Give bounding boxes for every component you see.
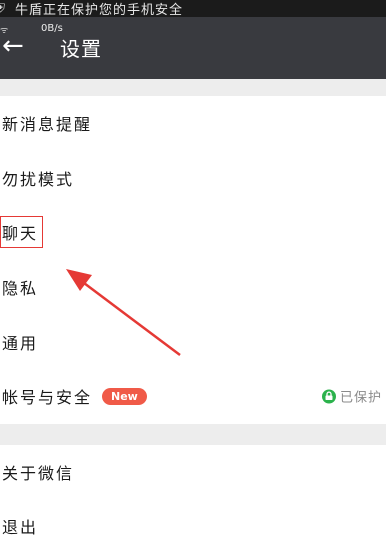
- new-badge: New: [102, 387, 147, 405]
- menu-item-account-security[interactable]: 帐号与安全 New 已保护: [0, 369, 386, 424]
- shield-icon: ⛨: [0, 1, 6, 15]
- protected-status: 已保护: [321, 387, 382, 406]
- settings-group-primary: 新消息提醒 勿扰模式 聊天 隐私 通用 帐号与安全 New 已保护: [0, 96, 386, 424]
- menu-item-label: 帐号与安全: [2, 388, 93, 408]
- title-bar: ᯤ 0B/s ← 设置: [0, 17, 386, 79]
- back-arrow-icon[interactable]: ←: [2, 31, 24, 61]
- menu-item-label: 隐私: [2, 279, 39, 299]
- protected-status-label: 已保护: [339, 390, 382, 406]
- menu-item-label-highlighted: 聊天: [0, 216, 44, 249]
- menu-item-privacy[interactable]: 隐私: [0, 260, 386, 315]
- menu-item-about-wechat[interactable]: 关于微信: [0, 445, 386, 499]
- menu-item-label: 关于微信: [2, 464, 75, 483]
- menu-item-label: 通用: [2, 333, 39, 353]
- menu-item-exit[interactable]: 退出: [0, 499, 386, 553]
- lock-icon: [321, 389, 336, 404]
- menu-item-general[interactable]: 通用: [0, 314, 386, 369]
- page-title: 设置: [60, 37, 102, 61]
- menu-item-new-message-alert[interactable]: 新消息提醒: [0, 96, 386, 151]
- menu-item-label: 新消息提醒: [2, 115, 93, 135]
- settings-group-secondary: 关于微信 退出: [0, 445, 386, 553]
- menu-item-label: 勿扰模式: [2, 169, 75, 189]
- menu-item-label: 退出: [2, 518, 39, 537]
- status-bar: ⛨ 牛盾正在保护您的手机安全: [0, 0, 386, 17]
- menu-item-do-not-disturb[interactable]: 勿扰模式: [0, 151, 386, 206]
- menu-item-chat[interactable]: 聊天: [0, 205, 386, 260]
- status-text: 牛盾正在保护您的手机安全: [15, 3, 184, 17]
